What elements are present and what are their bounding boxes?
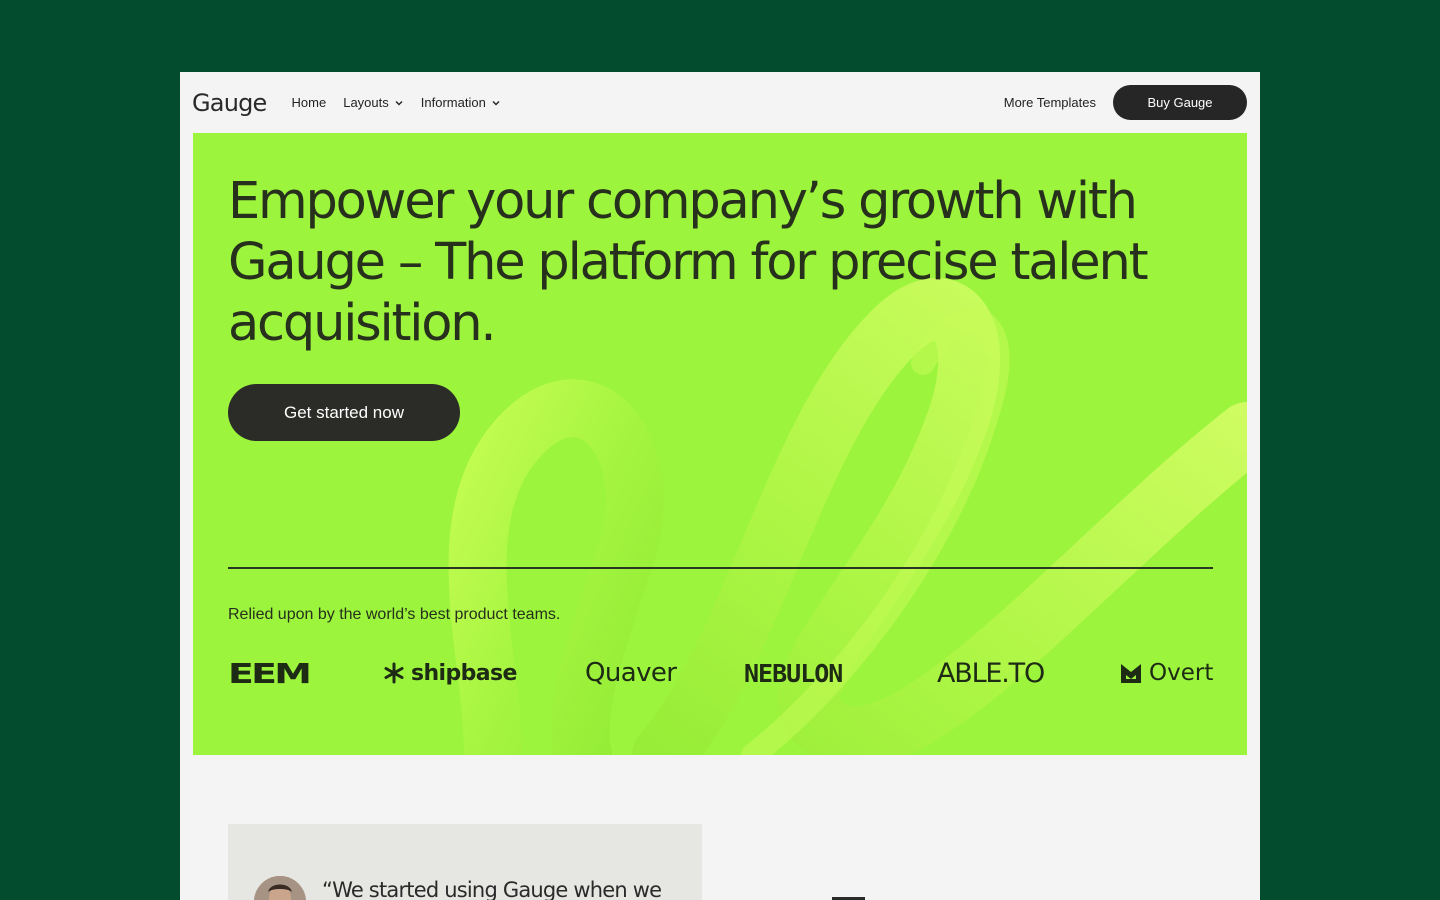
relied-upon-text: Relied upon by the world’s best product … [228,606,561,623]
logo[interactable]: Gauge [192,89,267,117]
brand-logo-nebulon: NEBULON [744,658,843,688]
brand-logo-overt: Overt [1120,653,1213,693]
get-started-button[interactable]: Get started now [228,384,460,441]
hero-divider [228,567,1213,569]
more-templates-link[interactable]: More Templates [1004,95,1096,110]
testimonial-quote: “We started using Gauge when we [322,878,662,900]
chevron-down-icon [395,100,403,105]
buy-gauge-button[interactable]: Buy Gauge [1113,85,1247,120]
brand-logos-row: EEM shipbase Quaver NEBULON ABLE.TO Over… [228,653,1213,693]
top-navigation: Gauge Home Layouts Information More Temp… [180,72,1260,133]
person-avatar-icon [254,876,306,900]
nav-link-home-label: Home [291,95,327,110]
hero-section: Empower your company’s growth with Gauge… [193,133,1247,755]
nav-link-layouts-label: Layouts [343,95,389,110]
avatar [254,876,306,900]
brand-logo-shipbase: shipbase [383,653,517,693]
nav-link-home[interactable]: Home [292,95,327,110]
testimonial-card: “We started using Gauge when we [228,824,702,900]
brand-logo-ableto: ABLE.TO [937,657,1045,689]
asterisk-icon [384,662,404,684]
nav-link-information[interactable]: Information [421,95,501,110]
nav-link-layouts[interactable]: Layouts [343,95,404,110]
nav-link-information-label: Information [420,95,486,110]
brand-logo-shipbase-label: shipbase [411,660,517,686]
brand-logo-overt-label: Overt [1149,660,1214,686]
brand-logo-quaver: Quaver [585,658,677,688]
hero-heading: Empower your company’s growth with Gauge… [228,172,1149,353]
page-frame: Gauge Home Layouts Information More Temp… [180,72,1260,900]
overt-mark-icon [1121,664,1141,683]
chevron-down-icon [492,100,500,105]
brand-logo-eem: EEM [228,656,312,690]
